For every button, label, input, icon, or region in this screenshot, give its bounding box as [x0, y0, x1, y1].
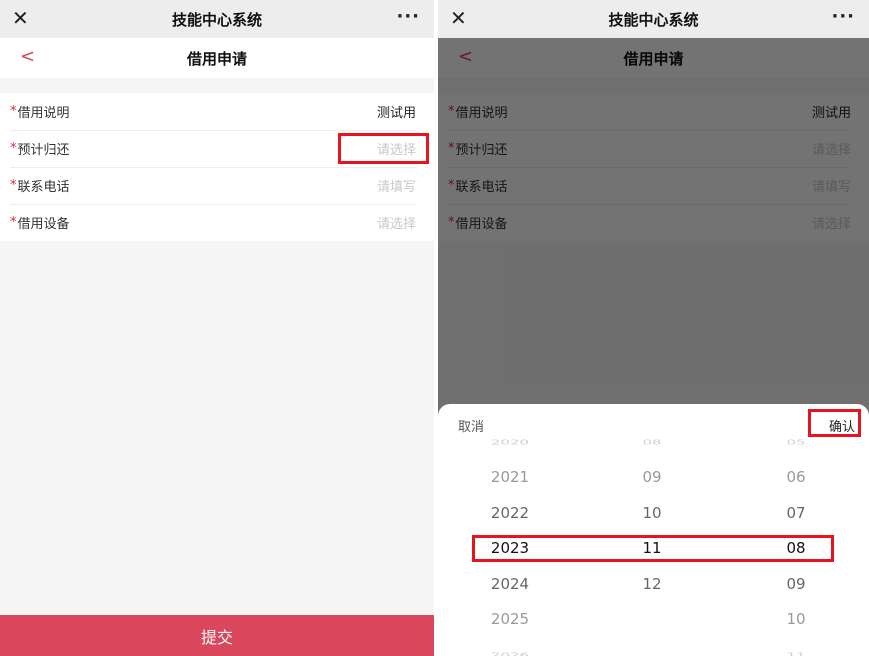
- top-bar: ✕ 技能中心系统 ···: [0, 0, 434, 38]
- highlight-box: [808, 409, 861, 437]
- picker-option[interactable]: 05: [766, 437, 826, 445]
- row-label: 借用设备: [17, 217, 70, 232]
- window-title: 技能中心系统: [608, 10, 699, 29]
- page-title: 借用申请: [186, 49, 247, 68]
- borrow-form: * 借用说明 测试用 * 预计归还 请选择 * 联系电话 请填写 * 借用设备 …: [0, 93, 434, 241]
- required-mark: *: [10, 104, 17, 119]
- required-mark: *: [10, 141, 17, 156]
- more-icon[interactable]: ···: [831, 6, 855, 27]
- picker-option[interactable]: 08: [622, 437, 682, 445]
- row-label: 借用说明: [17, 106, 70, 121]
- borrow-note-value[interactable]: 测试用: [377, 102, 416, 121]
- row-phone[interactable]: * 联系电话 请填写: [0, 167, 434, 204]
- picker-option[interactable]: 07: [766, 504, 826, 522]
- window-title: 技能中心系统: [171, 10, 262, 29]
- more-icon[interactable]: ···: [396, 6, 420, 27]
- picker-option[interactable]: 12: [622, 575, 682, 593]
- row-label: 预计归还: [17, 143, 70, 158]
- left-screen: ✕ 技能中心系统 ··· < 借用申请 * 借用说明 测试用 * 预计归还 请选…: [0, 0, 434, 656]
- picker-option[interactable]: 09: [622, 468, 682, 486]
- picker-option[interactable]: 10: [622, 504, 682, 522]
- back-icon[interactable]: <: [20, 46, 35, 68]
- picker-option[interactable]: 09: [766, 575, 826, 593]
- picker-option[interactable]: 10: [766, 610, 826, 628]
- picker-option[interactable]: 2022: [480, 504, 540, 522]
- cancel-button[interactable]: 取消: [458, 416, 484, 435]
- picker-option[interactable]: 2026: [480, 650, 540, 656]
- picker-option[interactable]: 2025: [480, 610, 540, 628]
- row-borrow-note[interactable]: * 借用说明 测试用: [0, 93, 434, 130]
- nav-bar: < 借用申请: [0, 38, 434, 78]
- close-icon[interactable]: ✕: [12, 7, 29, 29]
- highlight-box: [338, 133, 429, 164]
- required-mark: *: [10, 215, 17, 230]
- row-label: 联系电话: [17, 180, 70, 195]
- picker-option[interactable]: 2024: [480, 575, 540, 593]
- picker-option[interactable]: 2021: [480, 468, 540, 486]
- date-picker: 取消 确认 2020 2021 2022 2023 2024 2025 2026 08 09 1…: [438, 404, 869, 656]
- close-icon[interactable]: ✕: [450, 7, 467, 29]
- phone-input[interactable]: 请填写: [377, 176, 416, 195]
- device-select[interactable]: 请选择: [377, 213, 416, 232]
- row-device[interactable]: * 借用设备 请选择: [0, 204, 434, 241]
- right-screen: ✕ 技能中心系统 ··· < 借用申请 * 借用说明 测试用 * 预计归还 请选…: [438, 0, 869, 656]
- highlight-box: [472, 535, 834, 562]
- picker-option[interactable]: 2020: [480, 437, 540, 445]
- required-mark: *: [10, 178, 17, 193]
- top-bar: ✕ 技能中心系统 ···: [438, 0, 869, 38]
- picker-option[interactable]: 11: [766, 650, 826, 656]
- picker-option[interactable]: 06: [766, 468, 826, 486]
- submit-button[interactable]: 提交: [0, 615, 434, 656]
